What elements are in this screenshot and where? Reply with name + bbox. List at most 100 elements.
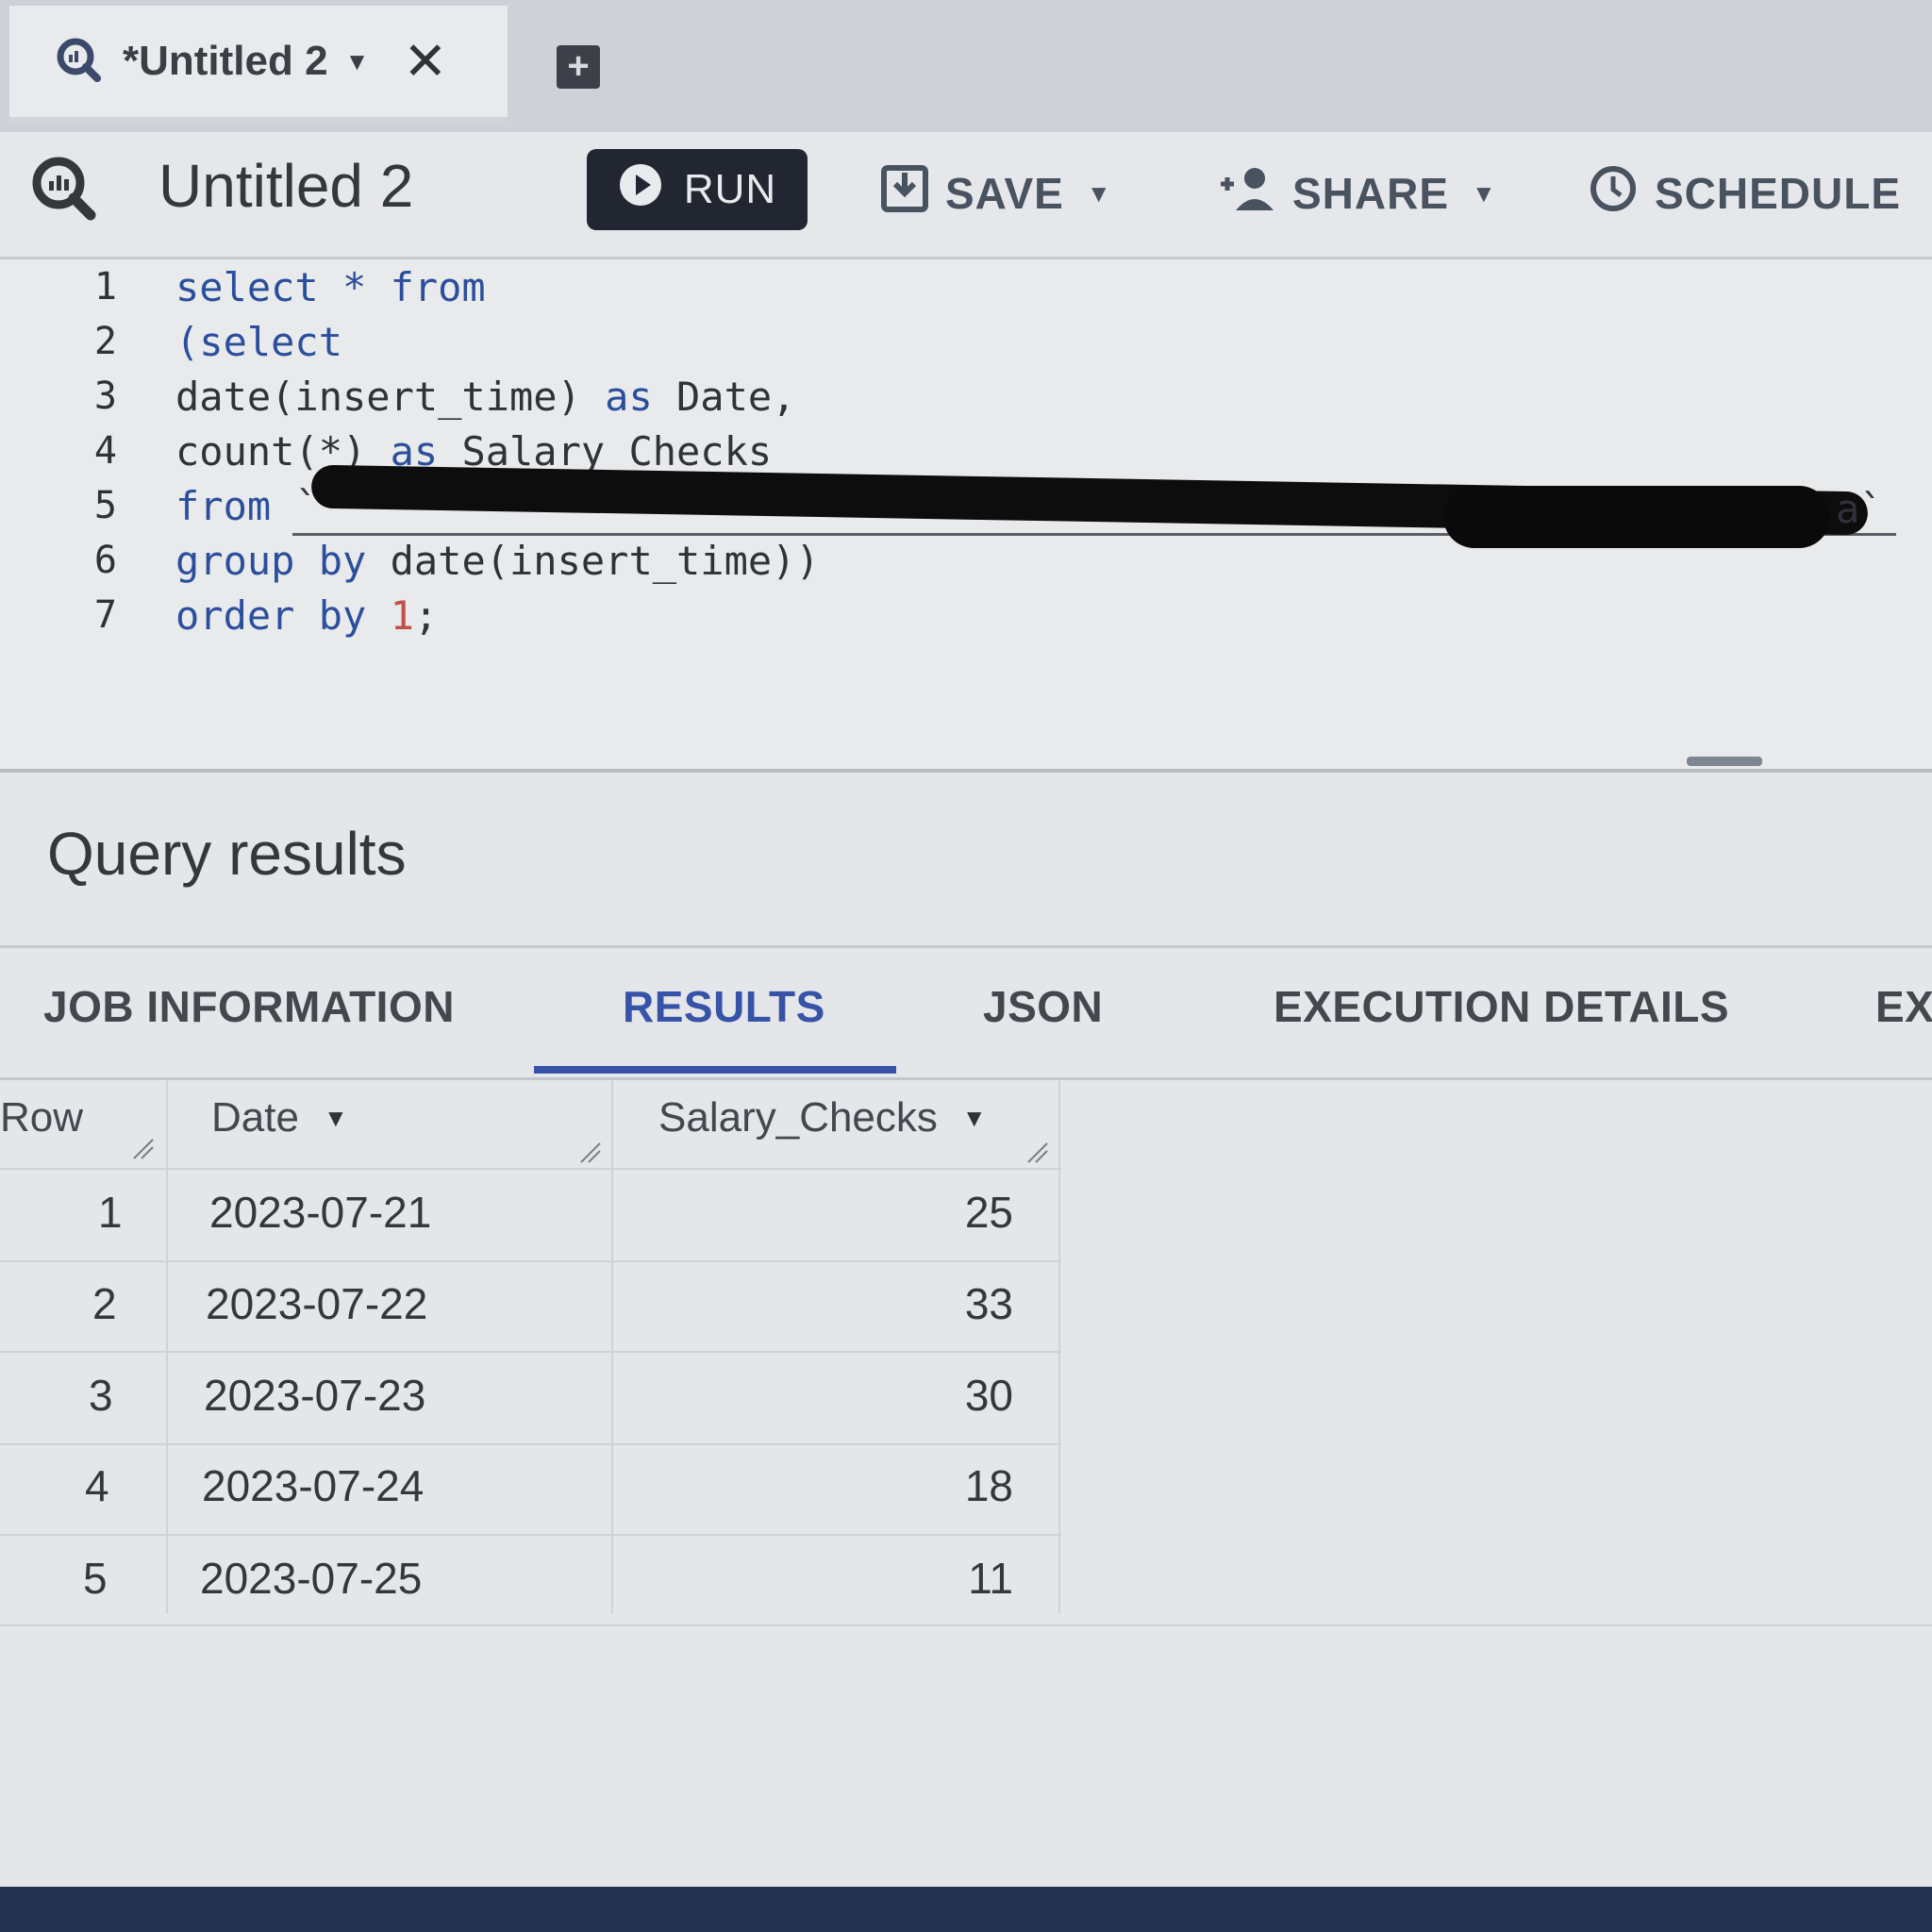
code-text: order by 1; [175,592,438,639]
sql-editor[interactable]: 1 select * from 2 (select 3 date(insert_time)… [0,259,1932,769]
bigquery-logo-icon [55,36,102,88]
tab-execution-graph[interactable]: EX [1875,981,1932,1032]
code-token: ; [413,591,439,639]
row-number: 5 [83,1554,108,1603]
splitter-handle[interactable] [1687,757,1762,766]
active-tab-indicator [534,1066,896,1074]
code-token: group by [175,537,367,584]
chevron-down-icon[interactable]: ▼ [1087,179,1112,208]
editor-tab-title: *Untitled 2 [123,38,328,84]
salary-checks-cell: 11 [968,1554,1013,1603]
row-divider [0,1534,1061,1536]
taskbar [0,1887,1932,1932]
code-line[interactable]: 3 date(insert_time) as Date, [0,369,796,424]
code-token: date(insert_time)) [366,537,820,584]
editor-tab[interactable]: *Untitled 2 ▼ ✕ [9,6,508,123]
table-top-border [0,1077,1932,1080]
code-token: date(insert_time) [175,373,606,420]
row-number: 4 [85,1461,109,1510]
code-line[interactable]: 7 order by 1; [0,588,438,642]
code-text: from ` [175,483,319,529]
column-header-date-label: Date [211,1094,299,1141]
row-number: 1 [98,1188,123,1237]
resize-grip-icon[interactable] [1026,1141,1049,1164]
line-number: 3 [93,375,117,418]
code-line[interactable]: 6 group by date(insert_time)) [0,533,820,588]
schedule-label: SCHEDULE [1655,169,1902,218]
date-cell: 2023-07-25 [200,1554,423,1603]
panel-splitter[interactable] [0,769,1932,773]
date-cell: 2023-07-24 [202,1461,425,1510]
code-token: order by [175,591,367,639]
play-icon [618,162,663,218]
code-token: as [605,373,653,420]
salary-checks-cell: 33 [964,1279,1013,1328]
save-icon [881,164,928,223]
code-token: Date, [652,373,796,420]
redacted-table-name [1443,486,1830,548]
row-divider [0,1260,1061,1262]
row-divider [0,1168,1061,1170]
column-header-row: Row [0,1094,83,1141]
results-title: Query results [47,820,407,888]
chevron-down-icon[interactable]: ▼ [1472,179,1497,208]
code-text: (select [175,319,342,365]
code-token: (select [175,318,343,365]
column-header-date[interactable]: Date ▼ [211,1094,348,1141]
browser-tab-strip: *Untitled 2 ▼ ✕ + [0,0,1932,132]
sort-caret-icon[interactable]: ▼ [324,1104,348,1133]
tab-execution-details[interactable]: EXECUTION DETAILS [1274,981,1729,1032]
column-header-row-label: Row [0,1094,84,1141]
date-cell: 2023-07-22 [206,1279,428,1328]
salary-checks-cell: 18 [964,1461,1013,1510]
run-label: RUN [683,166,777,212]
tab-job-information[interactable]: JOB INFORMATION [43,981,455,1032]
query-title[interactable]: Untitled 2 [158,151,413,221]
code-token: select * from [175,263,486,310]
divider [0,945,1932,948]
code-text: date(insert_time) as Date, [175,374,795,420]
sort-caret-icon[interactable]: ▼ [962,1104,987,1133]
salary-checks-cell: 25 [964,1188,1013,1237]
code-text: select * from [175,264,486,310]
code-line[interactable]: 2 (select [0,314,342,369]
line-number: 4 [93,429,117,473]
editor-toolbar: Untitled 2 RUN SAVE ▼ SHARE ▼ SCHEDULE [0,132,1932,259]
save-button[interactable]: SAVE ▼ [881,160,1112,226]
close-icon[interactable]: ✕ [403,35,447,88]
date-cell: 2023-07-23 [204,1371,426,1420]
line-number: 1 [93,265,117,308]
code-token: 1 [390,591,414,639]
column-header-salary-checks[interactable]: Salary_Checks ▼ [658,1094,987,1141]
row-divider [0,1443,1061,1445]
code-line[interactable]: 1 select * from [0,259,486,314]
share-person-icon [1219,165,1275,223]
chevron-down-icon[interactable]: ▼ [345,47,370,76]
row-number: 3 [89,1371,113,1420]
row-number: 2 [92,1279,117,1328]
tab-results[interactable]: RESULTS [623,981,825,1032]
date-cell: 2023-07-21 [209,1188,432,1237]
line-number: 7 [93,593,117,637]
share-button[interactable]: SHARE ▼ [1219,160,1497,226]
line-number: 5 [93,484,117,527]
resize-grip-icon[interactable] [132,1138,155,1160]
bigquery-logo-icon [28,153,96,225]
tab-json[interactable]: JSON [983,981,1103,1032]
clock-icon [1589,164,1638,224]
table-path-tail: a` [1836,486,1884,532]
row-divider [0,1624,1932,1626]
share-label: SHARE [1292,169,1450,218]
column-header-salary-checks-label: Salary_Checks [658,1094,938,1141]
run-button[interactable]: RUN [587,149,808,230]
row-divider [0,1351,1061,1353]
save-label: SAVE [945,169,1064,218]
add-tab-icon[interactable]: + [557,45,600,89]
line-number: 2 [93,320,117,363]
code-token: from [175,482,272,529]
resize-grip-icon[interactable] [579,1141,602,1164]
code-line[interactable]: 5 from ` [0,478,319,533]
salary-checks-cell: 30 [964,1371,1013,1420]
schedule-button[interactable]: SCHEDULE [1589,160,1901,226]
